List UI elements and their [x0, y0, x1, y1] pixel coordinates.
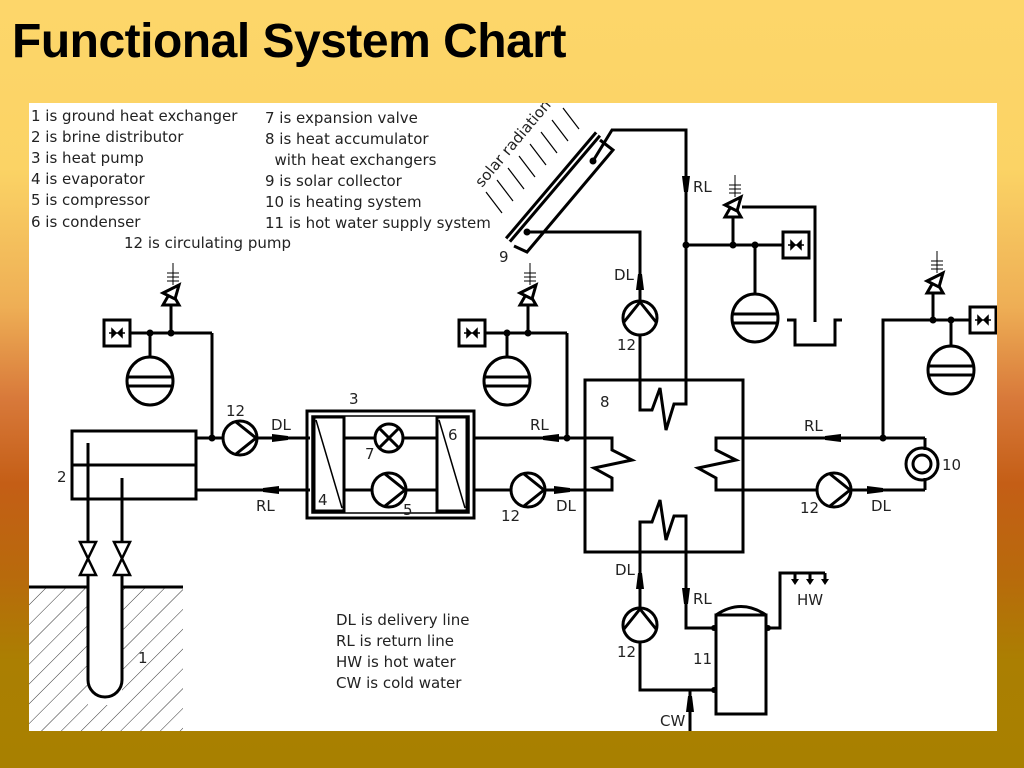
expansion-vessel-icon	[125, 355, 175, 407]
label-8: 8	[600, 393, 610, 411]
pressure-gauge-icon	[457, 318, 487, 348]
flow-arrow-icon	[636, 274, 644, 290]
label-12: 12	[501, 507, 520, 525]
label-dl: DL	[614, 266, 635, 284]
flow-arrow-icon	[543, 434, 559, 442]
safety-valve-icon	[518, 261, 538, 307]
label-rl: RL	[530, 416, 549, 434]
expansion-vessel-icon	[482, 355, 532, 407]
component-legend-right: 7 is expansion valve 8 is heat accumulat…	[265, 109, 491, 232]
circulating-pump-icon	[509, 471, 547, 509]
legend-item: 8 is heat accumulator	[265, 130, 429, 148]
component-legend-left: 1 is ground heat exchanger 2 is brine di…	[31, 107, 238, 231]
legend-item: 9 is solar collector	[265, 172, 403, 190]
label-rl: RL	[256, 497, 275, 515]
diagram-panel: 1 is ground heat exchanger 2 is brine di…	[29, 96, 998, 731]
legend-item: with heat exchangers	[265, 151, 437, 169]
legend-item: 3 is heat pump	[31, 149, 144, 167]
legend-item: 4 is evaporator	[31, 170, 145, 188]
label-dl: DL	[556, 497, 577, 515]
legend-item: CW is cold water	[336, 674, 462, 692]
circulating-pump-icon	[221, 419, 259, 457]
label-dl: DL	[871, 497, 892, 515]
label-dl: DL	[271, 416, 292, 434]
label-4: 4	[318, 491, 328, 509]
flow-arrow-icon	[867, 486, 883, 494]
label-12: 12	[226, 402, 245, 420]
circulating-pump-icon	[621, 606, 659, 644]
safety-valve-icon	[161, 261, 181, 307]
label-rl: RL	[693, 178, 712, 196]
safety-valve-icon	[723, 173, 743, 219]
label-hw: HW	[797, 591, 823, 609]
legend-item: 2 is brine distributor	[31, 128, 184, 146]
brine-distributor: 2	[57, 429, 198, 501]
hot-water-tank: 11	[693, 605, 771, 716]
label-2: 2	[57, 468, 67, 486]
label-12: 12	[617, 336, 636, 354]
label-10: 10	[942, 456, 961, 474]
legend-item: RL is return line	[336, 632, 454, 650]
legend-pump: 12 is circulating pump	[124, 234, 291, 252]
flow-arrow-icon	[636, 573, 644, 589]
label-9: 9	[499, 248, 509, 266]
label-cw: CW	[660, 712, 685, 730]
pressure-gauge-icon	[781, 230, 811, 260]
label-7: 7	[365, 445, 375, 463]
pressure-gauge-icon	[102, 318, 132, 348]
safety-valve-icon	[925, 249, 945, 295]
hot-water-outlets-icon	[791, 573, 829, 585]
label-12: 12	[800, 499, 819, 517]
expansion-vessel-icon	[730, 292, 780, 344]
heat-pump: 3 4 5 6 7	[305, 390, 476, 520]
label-5: 5	[403, 501, 413, 519]
ground-heat-exchanger: 1	[29, 478, 183, 731]
label-rl: RL	[693, 590, 712, 608]
legend-item: HW is hot water	[336, 653, 457, 671]
circulating-pump-icon	[815, 471, 853, 509]
expansion-vessel-icon	[926, 344, 976, 396]
legend-item: DL is delivery line	[336, 611, 470, 629]
system-diagram: 1 is ground heat exchanger 2 is brine di…	[29, 96, 998, 731]
line-legend: DL is delivery line RL is return line HW…	[336, 611, 470, 692]
legend-item: 6 is condenser	[31, 213, 141, 231]
flow-arrow-icon	[272, 434, 288, 442]
flow-arrow-icon	[682, 588, 690, 604]
flow-arrow-icon	[682, 176, 690, 192]
compressor-icon	[370, 471, 408, 509]
flow-arrow-icon	[825, 434, 841, 442]
legend-item: 11 is hot water supply system	[265, 214, 491, 232]
legend-item: 5 is compressor	[31, 191, 150, 209]
label-dl: DL	[615, 561, 636, 579]
circulating-pump-icon	[621, 299, 659, 337]
solar-collector: solar radiation 9	[471, 96, 616, 266]
flow-arrow-icon	[263, 486, 279, 494]
flow-arrow-icon	[686, 696, 694, 712]
heating-system: 10	[904, 438, 961, 490]
pressure-gauge-icon	[968, 305, 998, 335]
legend-item: 7 is expansion valve	[265, 109, 418, 127]
right-pressure-group	[881, 249, 998, 438]
left-pressure-group	[102, 261, 214, 438]
label-12: 12	[617, 643, 636, 661]
legend-item: 1 is ground heat exchanger	[31, 107, 238, 125]
label-rl: RL	[804, 417, 823, 435]
legend-item: 10 is heating system	[265, 193, 422, 211]
solar-radiation-label: solar radiation	[471, 103, 554, 191]
label-3: 3	[349, 390, 359, 408]
label-11: 11	[693, 650, 712, 668]
flow-arrow-icon	[554, 486, 570, 494]
page-title: Functional System Chart	[12, 15, 566, 68]
heat-accumulator: 8	[583, 378, 745, 554]
label-1: 1	[138, 649, 148, 667]
solar-pressure-group	[682, 173, 842, 347]
label-6: 6	[448, 426, 458, 444]
